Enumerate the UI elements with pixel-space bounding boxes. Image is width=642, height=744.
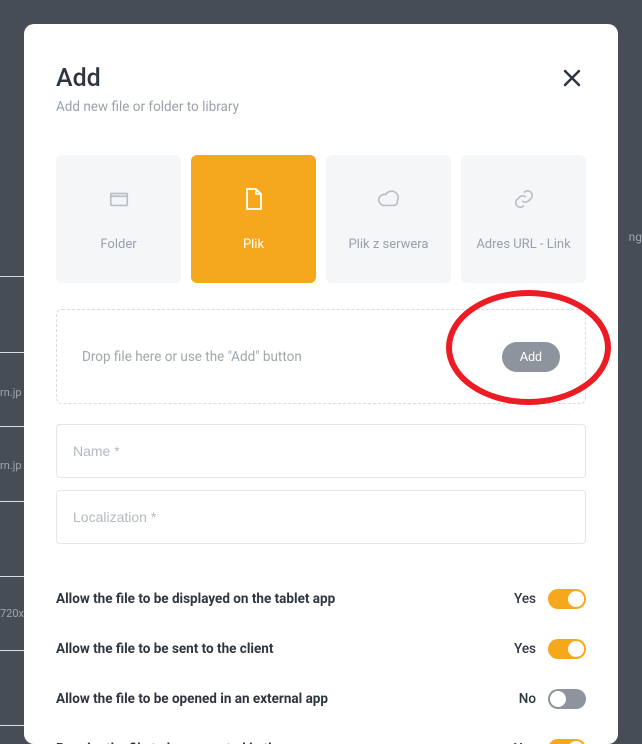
bg-text: ng [629, 230, 642, 244]
link-icon [512, 187, 536, 211]
close-icon [562, 68, 582, 88]
type-label: Plik z serwera [348, 237, 428, 252]
file-dropzone[interactable]: Drop file here or use the "Add" button A… [56, 309, 586, 404]
toggle-encrypt[interactable] [548, 739, 586, 744]
type-label: Adres URL - Link [476, 237, 570, 252]
setting-state: No [519, 691, 536, 707]
setting-label: Allow the file to be opened in an extern… [56, 691, 328, 707]
toggle-knob [568, 591, 584, 607]
setting-state: Yes [514, 641, 536, 657]
bg-text: rn.jp [0, 459, 22, 472]
localization-field[interactable] [56, 490, 586, 544]
setting-row-encrypt: Require the file to be encrypted in the … [56, 724, 586, 744]
setting-row-open_external: Allow the file to be opened in an extern… [56, 674, 586, 724]
setting-row-display_tablet: Allow the file to be displayed on the ta… [56, 574, 586, 624]
type-selector: Folder Plik Plik z serwera Adres URL - L… [56, 155, 586, 283]
bg-text: rn.jp [0, 386, 22, 399]
toggle-display_tablet[interactable] [548, 589, 586, 609]
cloud-icon [377, 187, 401, 211]
type-folder[interactable]: Folder [56, 155, 181, 283]
type-file[interactable]: Plik [191, 155, 316, 283]
type-label: Folder [100, 237, 136, 252]
type-label: Plik [243, 237, 264, 252]
toggle-open_external[interactable] [548, 689, 586, 709]
setting-label: Allow the file to be sent to the client [56, 641, 273, 657]
setting-state: Yes [514, 591, 536, 607]
dropzone-text: Drop file here or use the "Add" button [82, 349, 302, 365]
modal-subtitle: Add new file or folder to library [56, 99, 239, 115]
toggle-send_client[interactable] [548, 639, 586, 659]
type-server-file[interactable]: Plik z serwera [326, 155, 451, 283]
toggle-knob [568, 641, 584, 657]
folder-icon [107, 187, 131, 211]
type-url[interactable]: Adres URL - Link [461, 155, 586, 283]
setting-row-send_client: Allow the file to be sent to the client Y… [56, 624, 586, 674]
add-modal: Add Add new file or folder to library Fo… [24, 24, 618, 744]
name-field[interactable] [56, 424, 586, 478]
add-file-button[interactable]: Add [502, 342, 560, 372]
close-button[interactable] [558, 64, 586, 92]
file-icon [242, 187, 266, 211]
toggle-knob [550, 691, 566, 707]
settings-list: Allow the file to be displayed on the ta… [56, 574, 586, 744]
setting-label: Allow the file to be displayed on the ta… [56, 591, 335, 607]
modal-title: Add [56, 64, 239, 93]
